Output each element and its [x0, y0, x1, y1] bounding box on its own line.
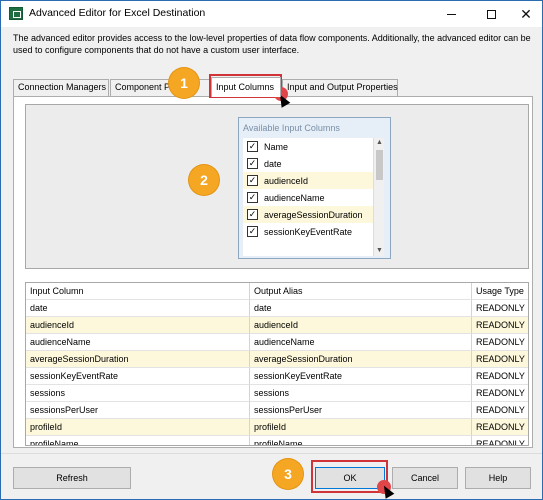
title-bar: Advanced Editor for Excel Destination ✕ — [1, 1, 542, 27]
input-column-cell[interactable]: sessionsPerUser — [26, 402, 250, 419]
input-column-cell[interactable]: profileId — [26, 419, 250, 436]
usage-type-cell[interactable]: READONLY — [472, 436, 528, 445]
list-item[interactable]: ✓ date — [243, 155, 373, 172]
minimize-button[interactable] — [431, 1, 471, 27]
output-alias-cell[interactable]: profileName — [250, 436, 472, 445]
input-column-cell[interactable]: averageSessionDuration — [26, 351, 250, 368]
refresh-button[interactable]: Refresh — [13, 467, 131, 489]
output-alias-cell[interactable]: audienceName — [250, 334, 472, 351]
output-alias-cell[interactable]: sessions — [250, 385, 472, 402]
list-item-label: audienceName — [264, 192, 325, 203]
list-item[interactable]: ✓ averageSessionDuration — [243, 206, 373, 223]
usage-type-cell[interactable]: READONLY — [472, 385, 528, 402]
usage-type-cell[interactable]: READONLY — [472, 317, 528, 334]
table-row[interactable]: sessionsPerUser sessionsPerUser READONLY — [26, 402, 528, 419]
list-item-label: averageSessionDuration — [264, 209, 363, 220]
step-2-badge: 2 — [189, 165, 219, 195]
table-row[interactable]: audienceName audienceName READONLY — [26, 334, 528, 351]
output-alias-cell[interactable]: profileId — [250, 419, 472, 436]
available-columns-title: Available Input Columns — [243, 123, 340, 133]
output-alias-cell[interactable]: audienceId — [250, 317, 472, 334]
input-column-cell[interactable]: sessionKeyEventRate — [26, 368, 250, 385]
close-button[interactable]: ✕ — [506, 1, 543, 27]
list-item-label: date — [264, 158, 282, 169]
list-item[interactable]: ✓ sessionKeyEventRate — [243, 223, 373, 240]
window-title: Advanced Editor for Excel Destination — [29, 7, 206, 19]
available-columns-list: ✓ Name ✓ date ✓ audienceId ✓ audienceNam… — [243, 138, 373, 256]
step-3-badge: 3 — [273, 459, 303, 489]
checkbox-date[interactable]: ✓ — [247, 158, 258, 169]
checkbox-averagesessionduration[interactable]: ✓ — [247, 209, 258, 220]
checkbox-name[interactable]: ✓ — [247, 141, 258, 152]
tab-connection-managers[interactable]: Connection Managers — [13, 79, 109, 96]
editor-description: The advanced editor provides access to t… — [13, 33, 531, 55]
input-columns-grid: Input Column Output Alias Usage Type dat… — [25, 282, 529, 446]
close-icon: ✕ — [520, 6, 532, 22]
output-alias-cell[interactable]: averageSessionDuration — [250, 351, 472, 368]
input-column-cell[interactable]: profileName — [26, 436, 250, 445]
usage-type-cell[interactable]: READONLY — [472, 351, 528, 368]
maximize-button[interactable] — [471, 1, 511, 27]
minimize-icon — [446, 13, 456, 15]
usage-type-cell[interactable]: READONLY — [472, 368, 528, 385]
list-item-label: Name — [264, 141, 289, 152]
usage-type-cell[interactable]: READONLY — [472, 419, 528, 436]
output-alias-cell[interactable]: sessionsPerUser — [250, 402, 472, 419]
list-item[interactable]: ✓ audienceName — [243, 189, 373, 206]
advanced-editor-window: Advanced Editor for Excel Destination ✕ … — [0, 0, 543, 500]
table-row[interactable]: sessions sessions READONLY — [26, 385, 528, 402]
checkbox-sessionkeyeventrate[interactable]: ✓ — [247, 226, 258, 237]
output-alias-cell[interactable]: date — [250, 300, 472, 317]
header-input-column[interactable]: Input Column — [26, 283, 250, 300]
excel-app-icon — [9, 7, 23, 20]
list-item[interactable]: ✓ audienceId — [243, 172, 373, 189]
table-row[interactable]: date date READONLY — [26, 300, 528, 317]
cancel-button[interactable]: Cancel — [392, 467, 458, 489]
tab-input-columns[interactable]: Input Columns — [211, 77, 281, 97]
table-row[interactable]: profileId profileId READONLY — [26, 419, 528, 436]
scroll-down-icon[interactable]: ▼ — [374, 246, 385, 256]
table-row[interactable]: profileName profileName READONLY — [26, 436, 528, 445]
step-1-badge: 1 — [169, 68, 199, 98]
header-usage-type[interactable]: Usage Type — [472, 283, 528, 300]
input-column-cell[interactable]: sessions — [26, 385, 250, 402]
checkbox-audiencename[interactable]: ✓ — [247, 192, 258, 203]
header-output-alias[interactable]: Output Alias — [250, 283, 472, 300]
usage-type-cell[interactable]: READONLY — [472, 402, 528, 419]
input-column-cell[interactable]: audienceId — [26, 317, 250, 334]
available-input-columns: Available Input Columns ✓ Name ✓ date ✓ … — [238, 117, 391, 259]
table-row[interactable]: averageSessionDuration averageSessionDur… — [26, 351, 528, 368]
list-item[interactable]: ✓ Name — [243, 138, 373, 155]
table-row[interactable]: sessionKeyEventRate sessionKeyEventRate … — [26, 368, 528, 385]
columns-scrollbar[interactable]: ▲ ▼ — [373, 138, 384, 256]
list-item-label: sessionKeyEventRate — [264, 226, 353, 237]
output-alias-cell[interactable]: sessionKeyEventRate — [250, 368, 472, 385]
grid-header: Input Column Output Alias Usage Type — [26, 283, 528, 300]
scroll-thumb[interactable] — [376, 150, 383, 180]
list-item-label: audienceId — [264, 175, 309, 186]
help-button[interactable]: Help — [465, 467, 531, 489]
scroll-up-icon[interactable]: ▲ — [374, 138, 385, 148]
input-column-cell[interactable]: audienceName — [26, 334, 250, 351]
checkbox-audienceid[interactable]: ✓ — [247, 175, 258, 186]
tab-input-output-properties[interactable]: Input and Output Properties — [282, 79, 398, 96]
table-row[interactable]: audienceId audienceId READONLY — [26, 317, 528, 334]
usage-type-cell[interactable]: READONLY — [472, 334, 528, 351]
maximize-icon — [486, 9, 496, 19]
usage-type-cell[interactable]: READONLY — [472, 300, 528, 317]
input-column-cell[interactable]: date — [26, 300, 250, 317]
